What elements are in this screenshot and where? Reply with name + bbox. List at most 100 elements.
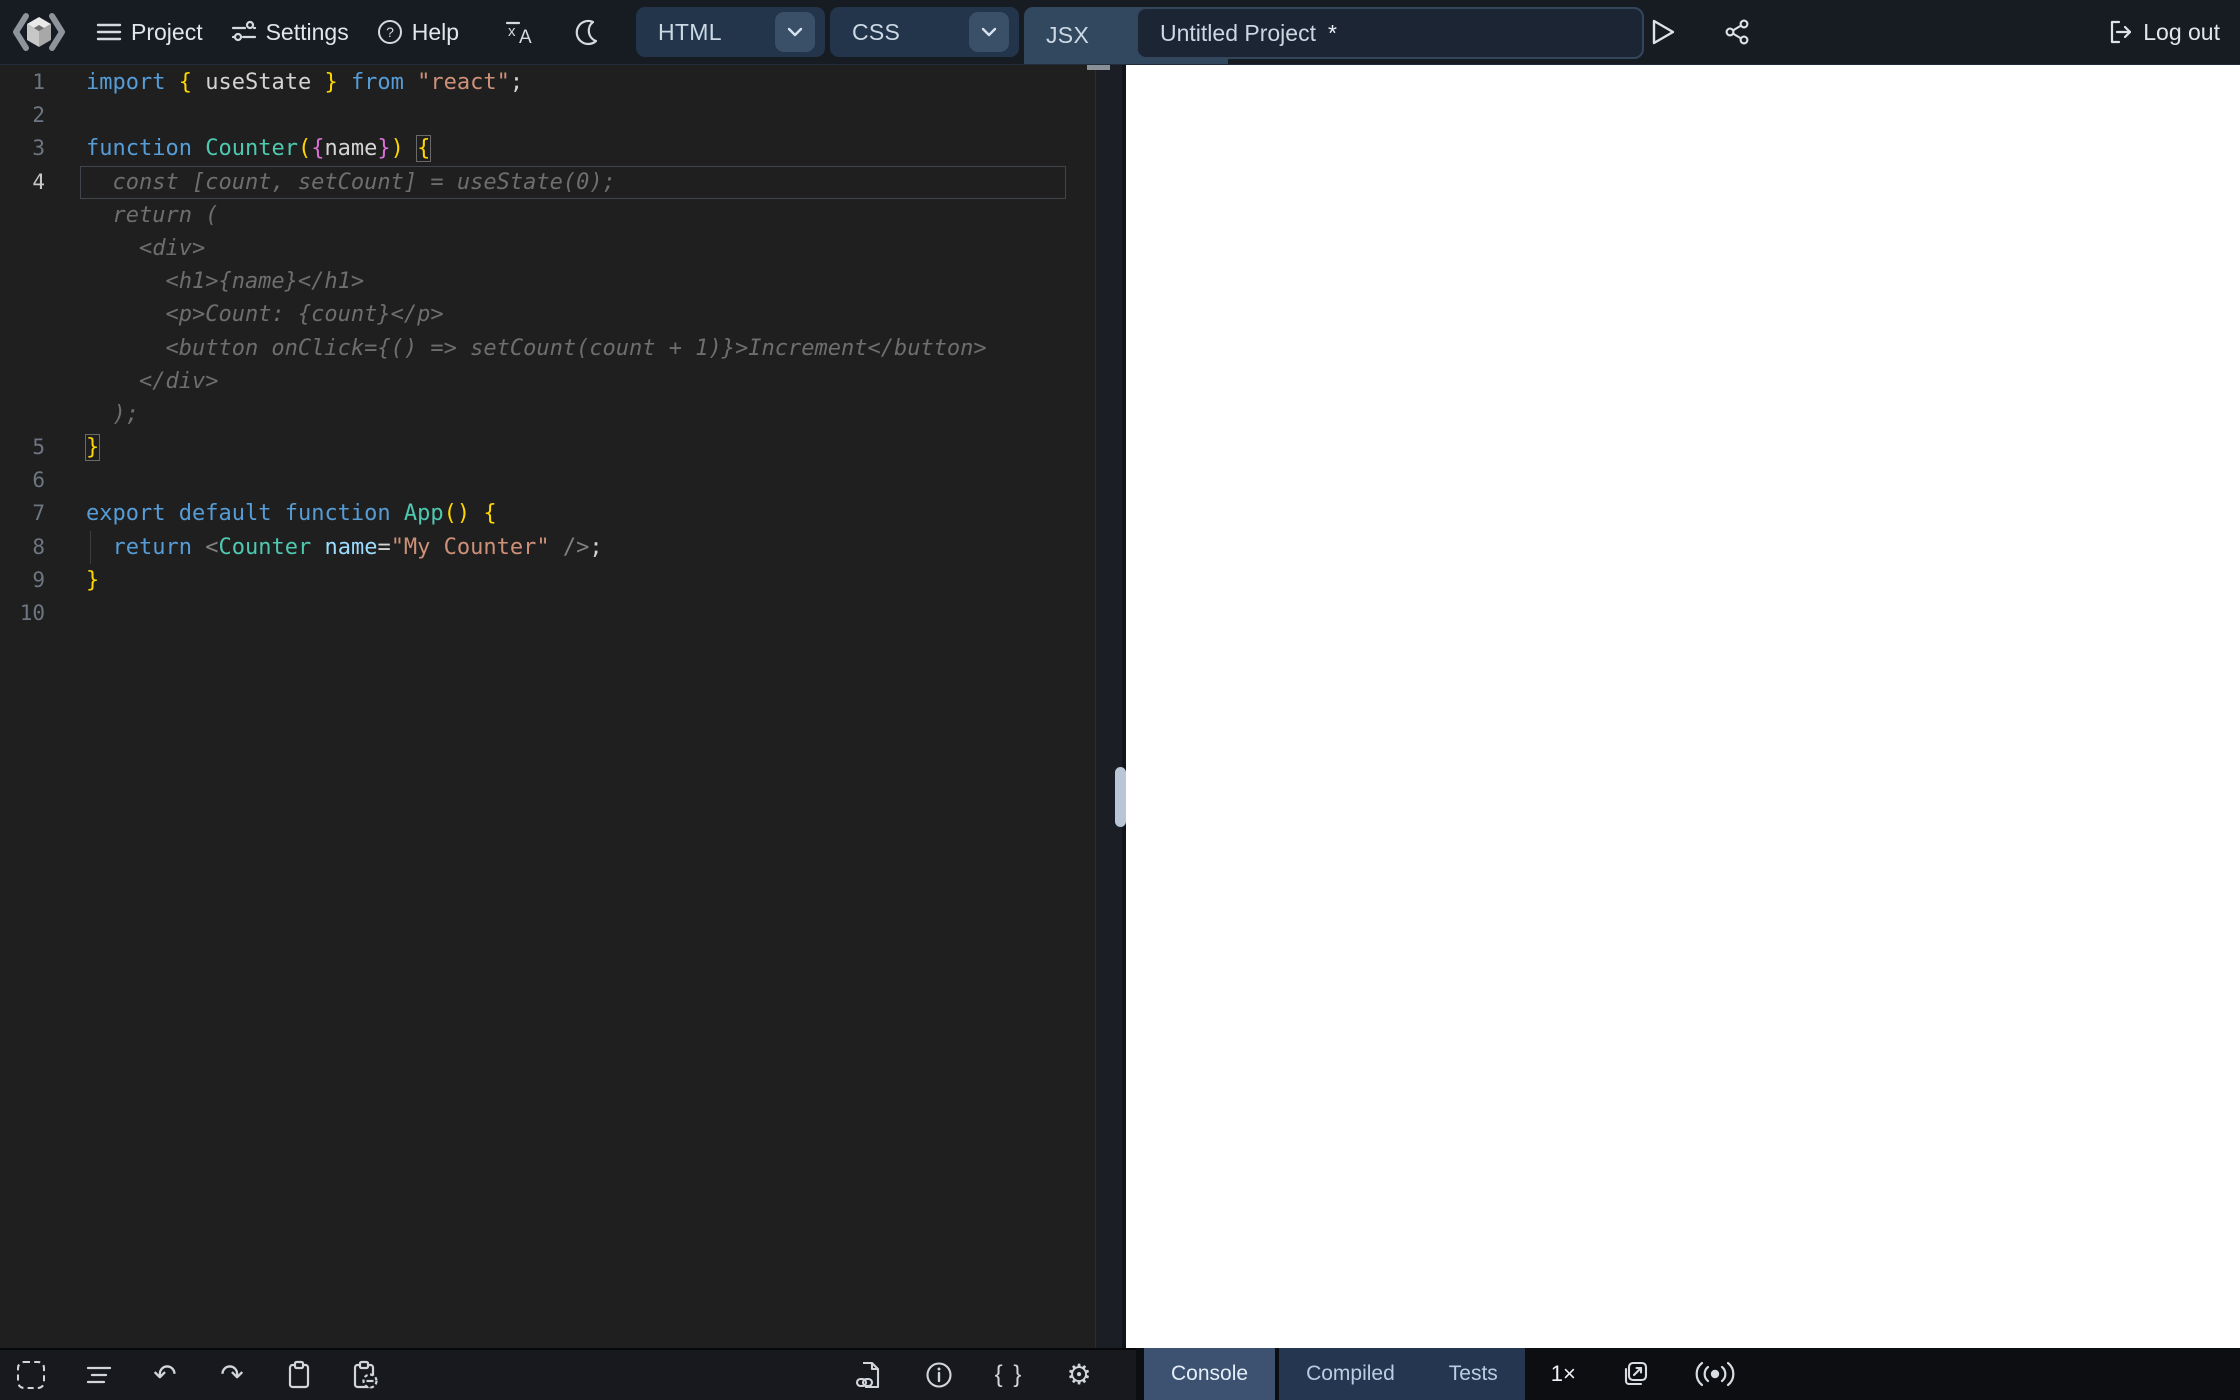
code-line[interactable]: <h1>{name}</h1>	[0, 265, 1096, 298]
tab-css-label: CSS	[852, 19, 900, 46]
braces-button[interactable]: { }	[992, 1355, 1026, 1395]
help-menu[interactable]: ? Help	[367, 13, 469, 52]
code-line[interactable]: 3 function Counter({name}) {	[0, 132, 1096, 165]
svg-text:x: x	[508, 23, 516, 40]
run-button[interactable]	[1640, 11, 1686, 53]
line-number: 5	[0, 431, 45, 464]
theme-toggle-button[interactable]	[563, 12, 609, 52]
line-number: 1	[0, 66, 45, 99]
share-button[interactable]	[1714, 12, 1760, 52]
code-line[interactable]: 10	[0, 597, 1096, 630]
code-text: return <Counter name="My Counter" />;	[86, 531, 603, 564]
line-number: 7	[0, 497, 45, 530]
line-number: 4	[0, 166, 45, 199]
tab-css[interactable]: CSS	[830, 7, 1019, 57]
tab-tests-label: Tests	[1449, 1362, 1498, 1385]
tab-html-menu-button[interactable]	[775, 12, 815, 52]
settings-menu[interactable]: Settings	[221, 13, 359, 52]
code-text: import { useState } from "react";	[86, 66, 523, 99]
tab-tests[interactable]: Tests	[1422, 1348, 1525, 1400]
code-line[interactable]: </div>	[0, 365, 1096, 398]
chevron-down-icon	[979, 25, 999, 39]
code-text: const [count, setCount] = useState(0);	[86, 166, 616, 199]
code-text: <div>	[86, 232, 205, 265]
tab-css-menu-button[interactable]	[969, 12, 1009, 52]
app-logo[interactable]	[10, 7, 68, 57]
playground-app: Project Settings ? Help xA	[0, 0, 2240, 1400]
project-menu[interactable]: Project	[86, 13, 213, 52]
clipboard-icon	[286, 1360, 312, 1390]
code-line[interactable]: 6	[0, 464, 1096, 497]
sliders-icon	[231, 19, 257, 45]
copy-button[interactable]	[282, 1355, 316, 1395]
code-line[interactable]: 4 const [count, setCount] = useState(0);	[0, 166, 1096, 199]
tab-compiled[interactable]: Compiled	[1279, 1348, 1422, 1400]
editor-scrollbar[interactable]	[1095, 64, 1122, 1348]
code-line[interactable]: 1 import { useState } from "react";	[0, 66, 1096, 99]
hamburger-icon	[96, 21, 122, 43]
info-button[interactable]	[922, 1355, 956, 1395]
project-name-value: Untitled Project	[1160, 20, 1316, 47]
code-text: <h1>{name}</h1>	[86, 265, 364, 298]
translate-button[interactable]: xA	[495, 11, 545, 53]
tab-console[interactable]: Console	[1144, 1348, 1275, 1400]
clipboard-minus-icon	[351, 1360, 381, 1390]
file-link-button[interactable]	[852, 1355, 886, 1395]
popout-button[interactable]	[1620, 1359, 1650, 1389]
code-line[interactable]: return (	[0, 199, 1096, 232]
code-text: <button onClick={() => setCount(count + …	[86, 332, 987, 365]
code-line[interactable]: 8 return <Counter name="My Counter" />;	[0, 531, 1096, 564]
undo-button[interactable]: ↶	[148, 1355, 182, 1395]
moon-icon	[572, 18, 600, 46]
line-number: 3	[0, 132, 45, 165]
code-text: <p>Count: {count}</p>	[86, 298, 444, 331]
line-number: 6	[0, 464, 45, 497]
svg-text:A: A	[519, 27, 532, 47]
code-text: </div>	[86, 365, 218, 398]
pane-resize-handle[interactable]	[1115, 767, 1126, 827]
code-line[interactable]: );	[0, 398, 1096, 431]
code-editor[interactable]: 1 import { useState } from "react"; 23 func…	[0, 64, 1122, 1348]
tab-html-label: HTML	[658, 19, 722, 46]
live-reload-button[interactable]	[1694, 1359, 1736, 1389]
braces-icon: { }	[995, 1361, 1024, 1389]
tab-console-label: Console	[1171, 1362, 1248, 1385]
code-text: function Counter({name}) {	[86, 132, 430, 165]
code-line[interactable]: 7export default function App() {	[0, 497, 1096, 530]
logout-button[interactable]: Log out	[2101, 0, 2226, 64]
line-number: 10	[0, 597, 45, 630]
line-number: 9	[0, 564, 45, 597]
code-line[interactable]: <p>Count: {count}</p>	[0, 298, 1096, 331]
zoom-level[interactable]: 1×	[1551, 1361, 1576, 1387]
translate-icon: xA	[504, 17, 536, 47]
undo-icon: ↶	[153, 1361, 176, 1389]
format-button[interactable]	[81, 1355, 115, 1395]
code-line[interactable]: 5}	[0, 431, 1096, 464]
code-line[interactable]: 9}	[0, 564, 1096, 597]
project-name-input[interactable]: Untitled Project *	[1136, 7, 1644, 59]
selection-button[interactable]	[14, 1355, 48, 1395]
live-reload-icon	[1694, 1359, 1736, 1389]
code-line[interactable]: <div>	[0, 232, 1096, 265]
code-area[interactable]: 1 import { useState } from "react"; 23 func…	[0, 66, 1096, 630]
gear-icon: ⚙	[1066, 1361, 1091, 1389]
share-icon	[1723, 18, 1751, 46]
logout-icon	[2107, 19, 2133, 45]
help-circle-icon: ?	[377, 19, 403, 45]
redo-button[interactable]: ↷	[215, 1355, 249, 1395]
code-line[interactable]: 2	[0, 99, 1096, 132]
paste-button[interactable]	[349, 1355, 383, 1395]
code-text: }	[86, 431, 99, 464]
code-text: }	[86, 564, 99, 597]
line-number: 8	[0, 531, 45, 564]
selection-icon	[17, 1361, 45, 1389]
editor-toolbar: ↶ ↷	[0, 1348, 1136, 1400]
editor-settings-button[interactable]: ⚙	[1062, 1355, 1096, 1395]
file-link-icon	[855, 1360, 883, 1390]
project-menu-label: Project	[131, 19, 203, 46]
tab-html[interactable]: HTML	[636, 7, 825, 57]
line-number: 2	[0, 99, 45, 132]
code-line[interactable]: <button onClick={() => setCount(count + …	[0, 332, 1096, 365]
output-toolbar: Console Compiled Tests 1×	[1136, 1348, 2240, 1400]
tab-jsx-label: JSX	[1046, 22, 1089, 49]
